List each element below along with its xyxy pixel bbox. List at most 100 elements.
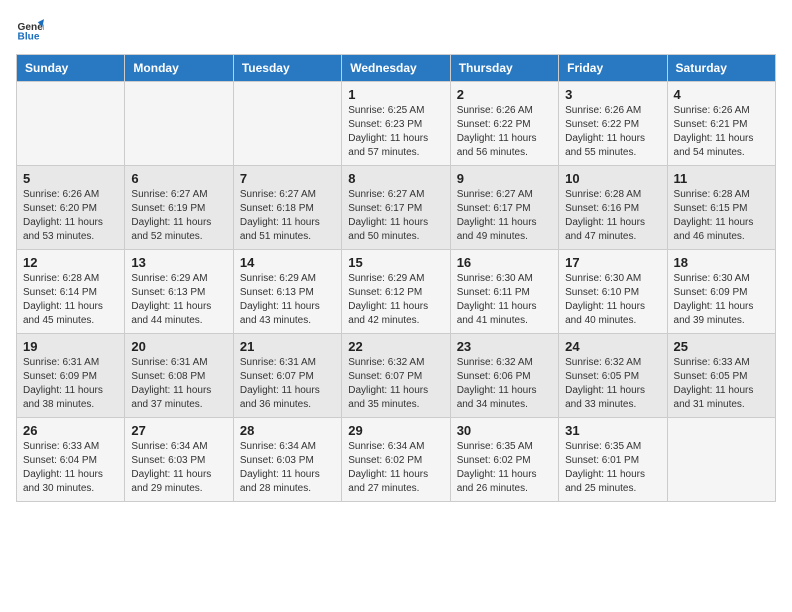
day-info: Sunrise: 6:25 AMSunset: 6:23 PMDaylight:…: [348, 104, 443, 160]
day-info: Sunrise: 6:31 AMSunset: 6:07 PMDaylight:…: [240, 356, 335, 412]
day-info: Sunrise: 6:33 AMSunset: 6:04 PMDaylight:…: [23, 440, 118, 496]
day-info: Sunrise: 6:26 AMSunset: 6:20 PMDaylight:…: [23, 188, 118, 244]
day-cell: 3Sunrise: 6:26 AMSunset: 6:22 PMDaylight…: [559, 82, 667, 166]
day-cell: 28 Sunrise: 6:34 AMSunset: 6:03 PMDayligh…: [233, 418, 341, 502]
day-cell: 11Sunrise: 6:28 AMSunset: 6:15 PMDayligh…: [667, 166, 775, 250]
day-info: Sunrise: 6:26 AMSunset: 6:21 PMDaylight:…: [674, 104, 769, 160]
day-info: Sunrise: 6:34 AMSunset: 6:03 PMDaylight:…: [240, 440, 335, 496]
day-info: Sunrise: 6:32 AMSunset: 6:05 PMDaylight:…: [565, 356, 660, 412]
day-info: Sunrise: 6:30 AMSunset: 6:09 PMDaylight:…: [674, 272, 769, 328]
day-number: 20: [131, 339, 226, 354]
day-info: Sunrise: 6:29 AMSunset: 6:13 PMDaylight:…: [131, 272, 226, 328]
day-cell: 13 Sunrise: 6:29 AMSunset: 6:13 PMDayligh…: [125, 250, 233, 334]
day-number: 14: [240, 255, 335, 270]
day-info: Sunrise: 6:26 AMSunset: 6:22 PMDaylight:…: [457, 104, 552, 160]
day-info: Sunrise: 6:34 AMSunset: 6:03 PMDaylight:…: [131, 440, 226, 496]
day-cell: 10 Sunrise: 6:28 AMSunset: 6:16 PMDayligh…: [559, 166, 667, 250]
header-wednesday: Wednesday: [342, 55, 450, 82]
day-info: Sunrise: 6:32 AMSunset: 6:07 PMDaylight:…: [348, 356, 443, 412]
day-number: 29: [348, 423, 443, 438]
header-monday: Monday: [125, 55, 233, 82]
day-number: 6: [131, 171, 226, 186]
day-cell: 27 Sunrise: 6:34 AMSunset: 6:03 PMDayligh…: [125, 418, 233, 502]
day-cell: 26 Sunrise: 6:33 AMSunset: 6:04 PMDayligh…: [17, 418, 125, 502]
day-number: 27: [131, 423, 226, 438]
day-cell: 24 Sunrise: 6:32 AMSunset: 6:05 PMDayligh…: [559, 334, 667, 418]
day-info: Sunrise: 6:30 AMSunset: 6:11 PMDaylight:…: [457, 272, 552, 328]
header-sunday: Sunday: [17, 55, 125, 82]
day-number: 1: [348, 87, 443, 102]
day-info: Sunrise: 6:29 AMSunset: 6:12 PMDaylight:…: [348, 272, 443, 328]
day-cell: 16 Sunrise: 6:30 AMSunset: 6:11 PMDayligh…: [450, 250, 558, 334]
day-cell: 22Sunrise: 6:32 AMSunset: 6:07 PMDayligh…: [342, 334, 450, 418]
week-row-3: 12 Sunrise: 6:28 AMSunset: 6:14 PMDayligh…: [17, 250, 776, 334]
day-cell: 9 Sunrise: 6:27 AMSunset: 6:17 PMDaylight…: [450, 166, 558, 250]
day-cell: [667, 418, 775, 502]
day-number: 8: [348, 171, 443, 186]
week-row-5: 26 Sunrise: 6:33 AMSunset: 6:04 PMDayligh…: [17, 418, 776, 502]
day-cell: 1 Sunrise: 6:25 AMSunset: 6:23 PMDaylight…: [342, 82, 450, 166]
day-info: Sunrise: 6:27 AMSunset: 6:19 PMDaylight:…: [131, 188, 226, 244]
day-number: 2: [457, 87, 552, 102]
day-cell: 31Sunrise: 6:35 AMSunset: 6:01 PMDayligh…: [559, 418, 667, 502]
page-header: General Blue: [16, 16, 776, 44]
week-row-1: 1 Sunrise: 6:25 AMSunset: 6:23 PMDaylight…: [17, 82, 776, 166]
day-info: Sunrise: 6:27 AMSunset: 6:17 PMDaylight:…: [348, 188, 443, 244]
day-number: 19: [23, 339, 118, 354]
day-cell: [233, 82, 341, 166]
logo: General Blue: [16, 16, 48, 44]
day-info: Sunrise: 6:28 AMSunset: 6:14 PMDaylight:…: [23, 272, 118, 328]
day-cell: 18Sunrise: 6:30 AMSunset: 6:09 PMDayligh…: [667, 250, 775, 334]
day-number: 7: [240, 171, 335, 186]
day-number: 11: [674, 171, 769, 186]
day-cell: 25Sunrise: 6:33 AMSunset: 6:05 PMDayligh…: [667, 334, 775, 418]
day-cell: [125, 82, 233, 166]
day-cell: 4 Sunrise: 6:26 AMSunset: 6:21 PMDaylight…: [667, 82, 775, 166]
day-number: 25: [674, 339, 769, 354]
day-number: 28: [240, 423, 335, 438]
day-cell: 12 Sunrise: 6:28 AMSunset: 6:14 PMDayligh…: [17, 250, 125, 334]
day-info: Sunrise: 6:28 AMSunset: 6:16 PMDaylight:…: [565, 188, 660, 244]
day-cell: 30Sunrise: 6:35 AMSunset: 6:02 PMDayligh…: [450, 418, 558, 502]
day-number: 23: [457, 339, 552, 354]
day-info: Sunrise: 6:27 AMSunset: 6:18 PMDaylight:…: [240, 188, 335, 244]
day-info: Sunrise: 6:35 AMSunset: 6:02 PMDaylight:…: [457, 440, 552, 496]
day-number: 3: [565, 87, 660, 102]
logo-icon: General Blue: [16, 16, 44, 44]
header-row: SundayMondayTuesdayWednesdayThursdayFrid…: [17, 55, 776, 82]
day-info: Sunrise: 6:31 AMSunset: 6:08 PMDaylight:…: [131, 356, 226, 412]
day-number: 24: [565, 339, 660, 354]
day-number: 12: [23, 255, 118, 270]
day-cell: 29 Sunrise: 6:34 AMSunset: 6:02 PMDayligh…: [342, 418, 450, 502]
day-number: 16: [457, 255, 552, 270]
day-number: 10: [565, 171, 660, 186]
day-number: 4: [674, 87, 769, 102]
day-number: 26: [23, 423, 118, 438]
svg-text:Blue: Blue: [18, 31, 40, 42]
day-number: 21: [240, 339, 335, 354]
day-number: 17: [565, 255, 660, 270]
day-cell: 21 Sunrise: 6:31 AMSunset: 6:07 PMDayligh…: [233, 334, 341, 418]
week-row-4: 19Sunrise: 6:31 AMSunset: 6:09 PMDayligh…: [17, 334, 776, 418]
day-cell: 19Sunrise: 6:31 AMSunset: 6:09 PMDayligh…: [17, 334, 125, 418]
day-number: 15: [348, 255, 443, 270]
day-number: 13: [131, 255, 226, 270]
day-cell: 20 Sunrise: 6:31 AMSunset: 6:08 PMDayligh…: [125, 334, 233, 418]
day-info: Sunrise: 6:29 AMSunset: 6:13 PMDaylight:…: [240, 272, 335, 328]
day-cell: 23 Sunrise: 6:32 AMSunset: 6:06 PMDayligh…: [450, 334, 558, 418]
day-cell: 6 Sunrise: 6:27 AMSunset: 6:19 PMDaylight…: [125, 166, 233, 250]
day-cell: 14 Sunrise: 6:29 AMSunset: 6:13 PMDayligh…: [233, 250, 341, 334]
day-cell: 8 Sunrise: 6:27 AMSunset: 6:17 PMDaylight…: [342, 166, 450, 250]
calendar-body: 1 Sunrise: 6:25 AMSunset: 6:23 PMDaylight…: [17, 82, 776, 502]
day-info: Sunrise: 6:34 AMSunset: 6:02 PMDaylight:…: [348, 440, 443, 496]
header-tuesday: Tuesday: [233, 55, 341, 82]
day-number: 31: [565, 423, 660, 438]
day-info: Sunrise: 6:32 AMSunset: 6:06 PMDaylight:…: [457, 356, 552, 412]
day-info: Sunrise: 6:27 AMSunset: 6:17 PMDaylight:…: [457, 188, 552, 244]
week-row-2: 5 Sunrise: 6:26 AMSunset: 6:20 PMDaylight…: [17, 166, 776, 250]
day-number: 9: [457, 171, 552, 186]
header-saturday: Saturday: [667, 55, 775, 82]
day-cell: 7 Sunrise: 6:27 AMSunset: 6:18 PMDaylight…: [233, 166, 341, 250]
day-cell: 15 Sunrise: 6:29 AMSunset: 6:12 PMDayligh…: [342, 250, 450, 334]
day-number: 5: [23, 171, 118, 186]
